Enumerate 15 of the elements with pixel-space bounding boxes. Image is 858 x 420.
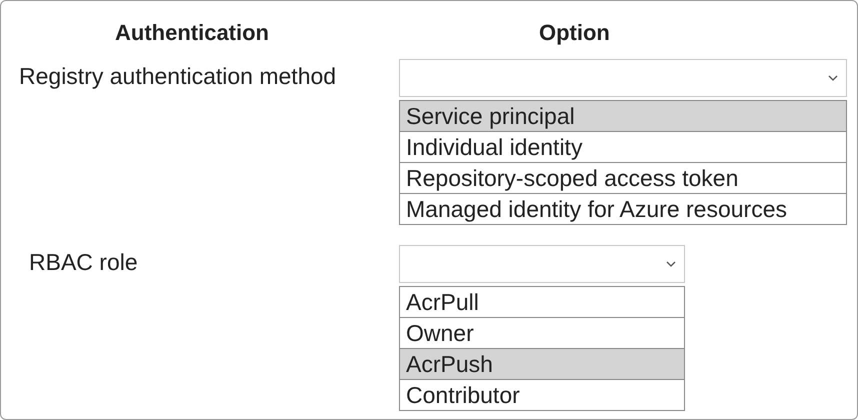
option-item[interactable]: Individual identity (400, 131, 846, 162)
chevron-icon (666, 261, 676, 267)
dropdown[interactable] (399, 245, 685, 283)
option-item[interactable]: Contributor (400, 379, 684, 410)
dropdown[interactable] (399, 59, 847, 97)
row-label: RBAC role (28, 248, 139, 276)
option-item[interactable]: AcrPush (400, 348, 684, 379)
option-item[interactable]: AcrPull (400, 287, 684, 317)
column-header: Option (539, 20, 610, 46)
row-label: Registry authentication method (19, 62, 338, 90)
option-item[interactable]: Service principal (400, 101, 846, 131)
option-item[interactable]: Repository-scoped access token (400, 162, 846, 193)
column-header: Authentication (115, 20, 269, 46)
option-item[interactable]: Managed identity for Azure resources (400, 193, 846, 224)
chevron-icon (828, 75, 838, 81)
